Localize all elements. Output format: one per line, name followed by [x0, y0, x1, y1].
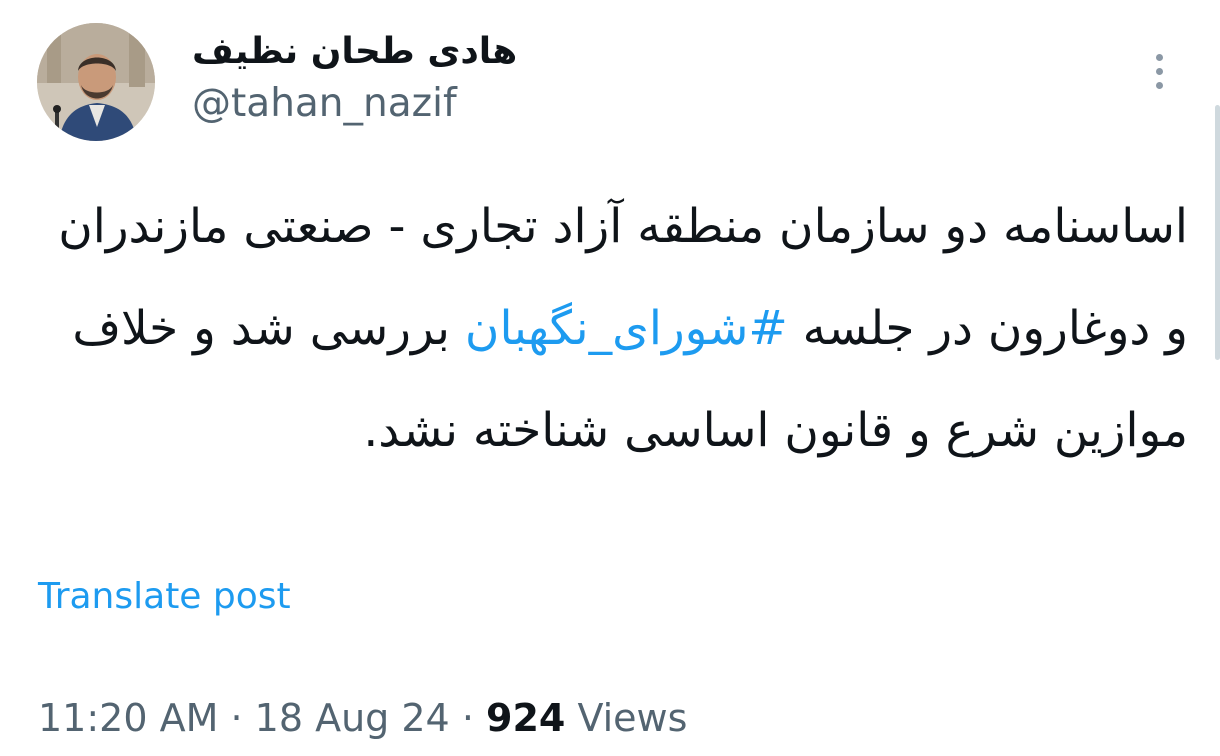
views-count: 924: [486, 696, 566, 740]
author-display-name[interactable]: هادی طحان نظیف: [192, 30, 517, 74]
post-date[interactable]: 18 Aug 24: [255, 696, 450, 740]
post-metadata: 11:20 AM · 18 Aug 24 · 924 Views: [38, 692, 687, 744]
more-vertical-icon[interactable]: [1146, 50, 1174, 94]
profile-photo: [37, 23, 155, 141]
author-handle[interactable]: @tahan_nazif: [192, 80, 457, 128]
translate-post-link[interactable]: Translate post: [38, 573, 291, 621]
separator-dot: ·: [461, 696, 474, 740]
avatar[interactable]: [37, 23, 155, 141]
hashtag-link[interactable]: #شورای_نگهبان: [465, 301, 788, 356]
post-text: اساسنامه دو سازمان منطقه آزاد تجاری - صن…: [30, 176, 1188, 482]
post-time[interactable]: 11:20 AM: [38, 696, 218, 740]
views-label: Views: [577, 696, 688, 740]
separator-dot: ·: [230, 696, 243, 740]
scrollbar[interactable]: [1215, 105, 1220, 360]
